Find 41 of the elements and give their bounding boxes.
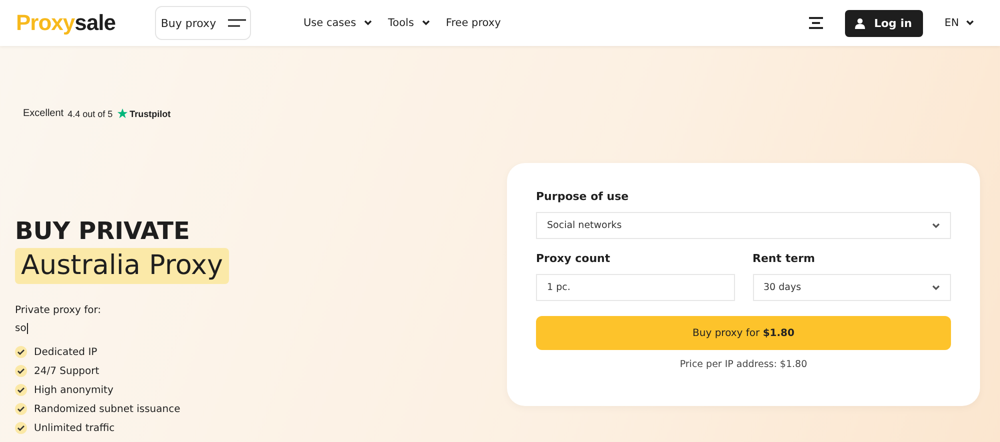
price-note: Price per IP address: $1.80 — [678, 359, 808, 370]
trustpilot-label: Trustpilot — [130, 108, 171, 118]
chevron-icon — [932, 222, 940, 228]
nav-link[interactable]: Free proxy — [446, 17, 501, 29]
chevron-icon — [364, 20, 372, 26]
field-label: Rent term — [752, 252, 816, 265]
purpose-select[interactable]: Social networks — [536, 212, 951, 239]
check-icon — [15, 422, 27, 434]
chevron-icon — [422, 20, 430, 26]
menu-icon — [228, 19, 246, 27]
check-icon — [15, 403, 27, 415]
rating-score: 4.4 out of 5 — [68, 108, 113, 118]
rating-label: Excellent — [23, 108, 64, 119]
hero-title: BUY PRIVATE — [15, 217, 191, 245]
count-input[interactable]: 1 pc. — [536, 274, 734, 301]
field-label: Purpose of use — [536, 190, 630, 203]
field-label: Proxy count — [536, 252, 612, 265]
check-icon — [15, 346, 27, 358]
feature-text: Randomized subnet issuance — [34, 404, 180, 414]
chevron-icon — [966, 20, 974, 26]
hero-subtitle: Private proxy for: — [15, 305, 102, 316]
nav-link[interactable]: Use cases — [303, 17, 372, 29]
feature-text: Dedicated IP — [34, 346, 98, 358]
menu-icon[interactable] — [808, 17, 822, 29]
buy-proxy-button[interactable]: Buy proxy — [155, 6, 252, 40]
buy-button[interactable]: Buy proxy for $1.80 — [536, 316, 951, 350]
check-icon — [15, 384, 27, 396]
nav-link[interactable]: Tools — [388, 17, 430, 29]
hero-highlight: Australia Proxy — [15, 248, 229, 284]
feature-text: Unlimited traffic — [34, 422, 115, 434]
check-icon — [15, 365, 27, 377]
user-icon — [855, 18, 866, 28]
star-icon — [116, 108, 128, 119]
term-select[interactable]: 30 days — [752, 274, 951, 301]
logo[interactable]: Proxysale — [16, 10, 116, 36]
language-selector[interactable]: EN — [944, 17, 974, 29]
feature-text: High anonymity — [34, 384, 114, 396]
feature-text: 24/7 Support — [34, 366, 100, 376]
typed-text: so — [15, 323, 28, 334]
login-button[interactable]: Log in — [844, 10, 922, 36]
chevron-icon — [932, 284, 940, 290]
